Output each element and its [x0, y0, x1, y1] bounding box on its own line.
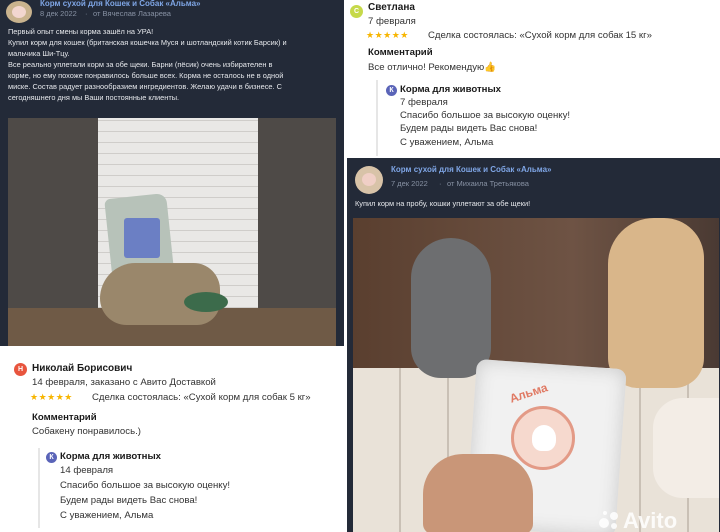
review-meta: 7 февраля	[368, 16, 416, 27]
rating-stars: ★★★★★	[366, 30, 409, 40]
post-photo-dog[interactable]	[8, 118, 336, 346]
reply-date: 7 февраля	[400, 97, 448, 108]
reply-divider	[376, 80, 378, 156]
reviewer-name[interactable]: Светлана	[368, 2, 415, 13]
avito-logo-icon	[599, 510, 621, 532]
photo-hand	[423, 454, 533, 532]
rating-stars: ★★★★★	[30, 392, 73, 402]
comment-text: Все отлично! Рекомендую👍	[368, 62, 497, 73]
avito-watermark: Avito	[623, 508, 678, 532]
group-name-link[interactable]: Корм сухой для Кошек и Собак «Альма»	[40, 0, 201, 8]
photo-grey-cat	[411, 238, 491, 378]
post-text-line: миске. Состав радует разнообразием ингре…	[8, 82, 282, 91]
post-author[interactable]: от Михаила Третьякова	[447, 179, 529, 188]
photo-bag-label	[124, 218, 160, 258]
pack-logo-icon	[511, 406, 575, 470]
post-text-line: Купил корм для кошек (британская кошечка…	[8, 38, 287, 47]
post-text-line: Первый опыт смены корма зашёл на УРА!	[8, 27, 154, 36]
group-name-link[interactable]: Корм сухой для Кошек и Собак «Альма»	[391, 165, 552, 174]
reply-text-line: Спасибо большое за высокую оценку!	[400, 110, 571, 121]
group-avatar[interactable]	[6, 1, 32, 23]
dot-separator: ·	[85, 9, 88, 18]
dot-separator: ·	[439, 179, 442, 188]
review-meta: 14 февраля, заказано с Авито Доставкой	[32, 377, 216, 388]
vk-post-2: Корм сухой для Кошек и Собак «Альма» 7 д…	[344, 158, 720, 532]
shop-icon: К	[46, 452, 57, 463]
reviewer-avatar: Н	[14, 363, 27, 376]
post-date[interactable]: 8 дек 2022	[40, 9, 77, 18]
reply-text-line: Будем рады видеть Вас снова!	[60, 495, 198, 506]
photo-ginger-cat	[608, 218, 704, 388]
comment-text: Собакену понравилось.)	[32, 426, 141, 437]
reply-shop-name[interactable]: Корма для животных	[400, 84, 501, 95]
comment-title: Комментарий	[368, 47, 433, 58]
shop-icon: К	[386, 85, 397, 96]
photo-white-cat	[653, 398, 719, 498]
review-card-2: С Светлана 7 февраля ★★★★★ Сделка состоя…	[344, 0, 720, 158]
post-text-line: сегодняшнего дня мы Ваши постоянные клие…	[8, 93, 180, 102]
comment-title: Комментарий	[32, 412, 97, 423]
deal-status: Сделка состоялась: «Сухой корм для собак…	[428, 30, 652, 41]
deal-status: Сделка состоялась: «Сухой корм для собак…	[92, 392, 311, 403]
reply-text-line: С уважением, Альма	[400, 137, 494, 148]
group-avatar[interactable]	[355, 166, 383, 194]
post-text: Купил корм на пробу, кошки уплетают за о…	[355, 199, 531, 208]
reviewer-name[interactable]: Николай Борисович	[32, 363, 132, 374]
reply-text-line: Спасибо большое за высокую оценку!	[60, 480, 231, 491]
vk-post-1: Корм сухой для Кошек и Собак «Альма» 8 д…	[0, 0, 344, 346]
post-photo-cats[interactable]: Альма Avito	[353, 218, 719, 532]
review-card-1: Н Николай Борисович 14 февраля, заказано…	[0, 346, 344, 532]
post-text-line: Все реально уплетали корм за обе щеки. Б…	[8, 60, 273, 69]
reply-text-line: С уважением, Альма	[60, 510, 154, 521]
reply-text-line: Будем рады видеть Вас снова!	[400, 123, 538, 134]
post-text-line: корме, но ему похоже понравилось больше …	[8, 71, 284, 80]
reply-divider	[38, 448, 40, 528]
reply-shop-name[interactable]: Корма для животных	[60, 451, 161, 462]
post-author[interactable]: от Вячеслав Лазарева	[93, 9, 171, 18]
post-date[interactable]: 7 дек 2022	[391, 179, 428, 188]
post-text-line: мальчика Ши-Тцу.	[8, 49, 70, 58]
photo-bowl	[184, 292, 228, 312]
reply-date: 14 февраля	[60, 465, 114, 476]
reviewer-avatar: С	[350, 5, 363, 18]
